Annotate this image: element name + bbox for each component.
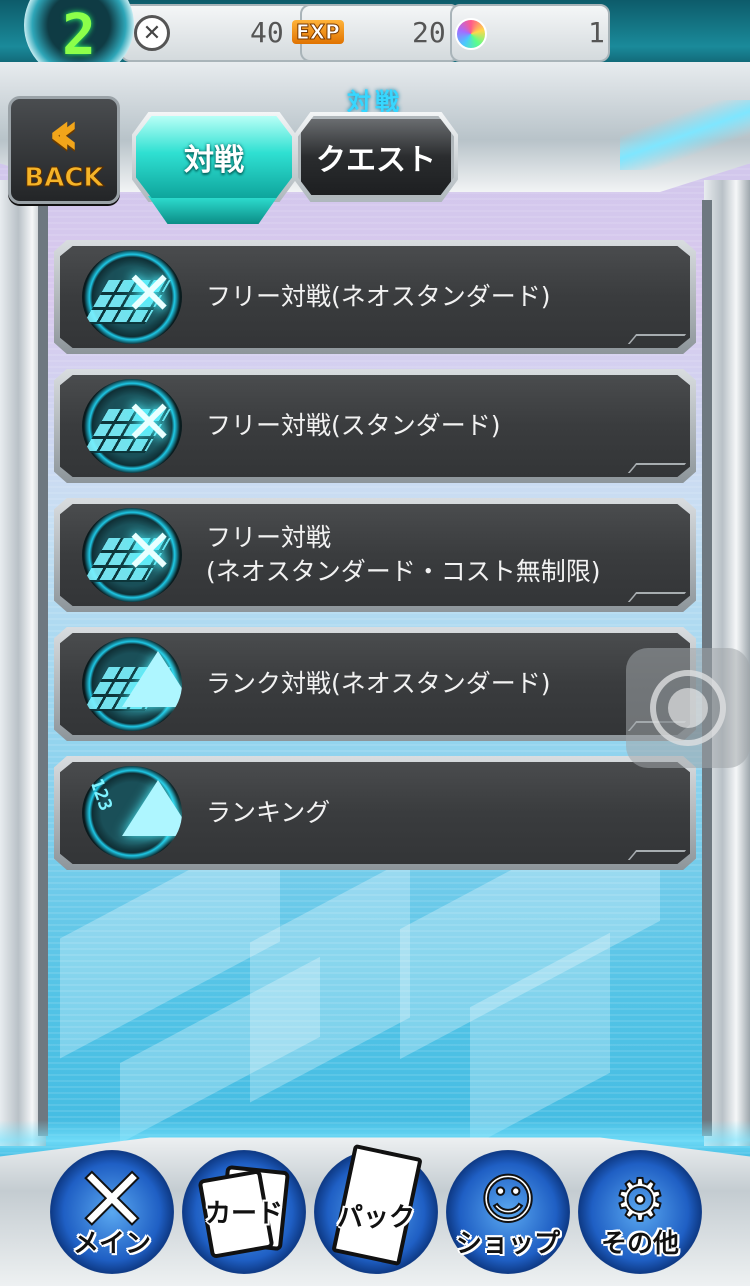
menu-item-label-line1: ランク対戦(ネオスタンダード): [206, 669, 551, 698]
menu-item-free-battle-standard[interactable]: ✕ フリー対戦(スタンダード): [54, 369, 696, 483]
ranking-icon: 123: [82, 766, 182, 860]
left-rail-inner: [38, 200, 48, 1136]
gems-value: 1: [588, 16, 605, 49]
menu-item-label-line1: フリー対戦(ネオスタンダード): [206, 282, 551, 311]
menu-item-label: フリー対戦(スタンダード): [206, 369, 666, 483]
nav-other-button[interactable]: ⚙ その他: [578, 1150, 702, 1274]
menu-item-label-line1: ランキング: [206, 798, 331, 827]
nav-main-button[interactable]: ✕ メイン: [50, 1150, 174, 1274]
rainbow-gem-icon: [455, 18, 487, 50]
crossed-swords-icon: ✕: [134, 15, 170, 51]
nav-pack-label: パック: [336, 1203, 415, 1233]
battle-points-value: 40: [250, 16, 284, 49]
menu-item-label: フリー対戦 (ネオスタンダード・コスト無制限): [206, 498, 666, 612]
active-tab-indicator: [148, 196, 278, 224]
menu-item-ranking[interactable]: 123 ランキング: [54, 756, 696, 870]
double-chevron-left-icon: ‹‹: [47, 96, 80, 169]
menu-item-label-line1: フリー対戦(スタンダード): [206, 411, 501, 440]
corner-decoration: [627, 592, 687, 602]
menu-item-label: ランク対戦(ネオスタンダード): [206, 627, 666, 741]
nav-main-label: メイン: [72, 1229, 151, 1259]
bg-shape: [470, 932, 610, 1148]
menu-item-label-line2: (ネオスタンダード・コスト無制限): [206, 557, 601, 586]
nav-other-label: その他: [600, 1229, 679, 1259]
menu-item-label-line1: フリー対戦: [206, 523, 332, 552]
corner-decoration: [627, 334, 687, 344]
corner-decoration: [627, 463, 687, 473]
exp-value: 20: [412, 16, 446, 49]
sword-slash-graphic: ✕: [124, 517, 175, 587]
nav-shop-label: ショップ: [455, 1229, 560, 1259]
menu-item-label: フリー対戦(ネオスタンダード): [206, 240, 666, 354]
tab-quest[interactable]: クエスト: [298, 116, 454, 198]
menu-item-free-battle-unlimited-cost[interactable]: ✕ フリー対戦 (ネオスタンダード・コスト無制限): [54, 498, 696, 612]
back-button-label: BACK: [24, 163, 104, 194]
pyramid-graphic: [122, 780, 182, 836]
free-battle-icon: ✕: [82, 379, 182, 473]
nav-pack-button[interactable]: パック: [314, 1143, 438, 1274]
pyramid-graphic: [122, 651, 182, 707]
assistive-touch-core: [668, 688, 708, 728]
nav-card-label: カード: [204, 1199, 283, 1229]
assistive-touch-ring: [650, 670, 726, 746]
menu-item-rank-battle[interactable]: ランク対戦(ネオスタンダード): [54, 627, 696, 741]
menu-item-label: ランキング: [206, 756, 666, 870]
free-battle-icon: ✕: [82, 250, 182, 344]
level-value: 2: [62, 2, 96, 68]
corner-decoration: [627, 850, 687, 860]
tab-battle[interactable]: 対戦: [136, 116, 292, 198]
sword-slash-graphic: ✕: [124, 259, 175, 329]
bg-shape: [120, 956, 320, 1144]
rank-numbers-graphic: 123: [85, 775, 117, 814]
rank-battle-icon: [82, 637, 182, 731]
sword-slash-graphic: ✕: [124, 388, 175, 458]
exp-icon: EXP: [292, 20, 344, 45]
gear-icon: ⚙: [613, 1166, 667, 1234]
back-button[interactable]: ‹‹ BACK: [8, 96, 120, 204]
nav-shop-button[interactable]: ☺ ショップ: [446, 1150, 570, 1274]
free-battle-icon: ✕: [82, 508, 182, 602]
nav-card-button[interactable]: カード: [182, 1150, 306, 1274]
shopkeeper-icon: ☺: [479, 1168, 537, 1231]
menu-item-free-battle-neo-standard[interactable]: ✕ フリー対戦(ネオスタンダード): [54, 240, 696, 354]
bg-shape: [250, 857, 410, 1103]
assistive-touch-button[interactable]: [626, 648, 750, 768]
